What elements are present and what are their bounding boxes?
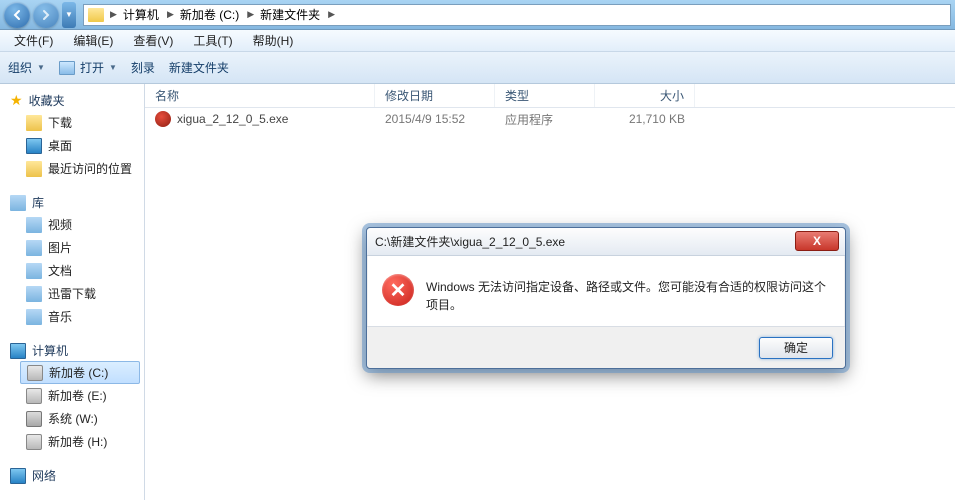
breadcrumb-segment[interactable]: ▶新建文件夹 [245, 6, 322, 23]
column-header-size[interactable]: 大小 [595, 84, 695, 107]
sidebar-header-favorites[interactable]: ★ 收藏夹 [0, 90, 144, 111]
file-name-cell: xigua_2_12_0_5.exe [145, 111, 375, 127]
sidebar-item-pictures[interactable]: 图片 [0, 236, 144, 259]
nav-back-button[interactable] [4, 2, 30, 28]
chevron-right-icon: ▶ [108, 9, 119, 20]
address-bar[interactable]: ▶计算机 ▶新加卷 (C:) ▶新建文件夹 ▶ [83, 4, 951, 26]
sidebar-item-drive-e[interactable]: 新加卷 (E:) [0, 384, 144, 407]
dialog-close-button[interactable]: X [795, 231, 839, 251]
menu-edit[interactable]: 编辑(E) [65, 30, 121, 51]
chevron-right-icon: ▶ [326, 9, 337, 20]
network-icon [10, 468, 26, 484]
recent-icon [26, 161, 42, 177]
chevron-down-icon: ▼ [109, 63, 117, 72]
sidebar-item-documents[interactable]: 文档 [0, 259, 144, 282]
new-folder-button[interactable]: 新建文件夹 [169, 59, 229, 76]
drive-icon [26, 411, 42, 427]
file-date-cell: 2015/4/9 15:52 [375, 112, 495, 126]
sidebar-item-music[interactable]: 音乐 [0, 305, 144, 328]
dialog-title-text: C:\新建文件夹\xigua_2_12_0_5.exe [375, 233, 565, 250]
folder-icon [88, 8, 104, 22]
nav-forward-button[interactable] [33, 2, 59, 28]
menu-help[interactable]: 帮助(H) [245, 30, 302, 51]
sidebar-header-libraries[interactable]: 库 [0, 192, 144, 213]
download-icon [26, 286, 42, 302]
column-header-date[interactable]: 修改日期 [375, 84, 495, 107]
nav-history-dropdown[interactable]: ▼ [62, 2, 76, 28]
chevron-right-icon: ▶ [245, 9, 256, 20]
dialog-titlebar[interactable]: C:\新建文件夹\xigua_2_12_0_5.exe X [367, 228, 845, 256]
sidebar-item-xunlei[interactable]: 迅雷下载 [0, 282, 144, 305]
dialog-body: ✕ Windows 无法访问指定设备、路径或文件。您可能没有合适的权限访问这个项… [368, 256, 844, 326]
sidebar-item-drive-w[interactable]: 系统 (W:) [0, 407, 144, 430]
sidebar-item-videos[interactable]: 视频 [0, 213, 144, 236]
sidebar-label: 网络 [32, 467, 56, 484]
organize-button[interactable]: 组织▼ [8, 59, 45, 76]
sidebar-group-favorites: ★ 收藏夹 下载 桌面 最近访问的位置 [0, 90, 144, 180]
chevron-down-icon: ▼ [37, 63, 45, 72]
file-row[interactable]: xigua_2_12_0_5.exe 2015/4/9 15:52 应用程序 2… [145, 108, 955, 130]
burn-button[interactable]: 刻录 [131, 59, 155, 76]
drive-icon [27, 365, 43, 381]
video-icon [26, 217, 42, 233]
sidebar-label: 计算机 [32, 342, 68, 359]
dialog-ok-button[interactable]: 确定 [759, 337, 833, 359]
sidebar-header-computer[interactable]: 计算机 [0, 340, 144, 361]
sidebar-group-computer: 计算机 新加卷 (C:) 新加卷 (E:) 系统 (W:) 新加卷 (H:) [0, 340, 144, 453]
menu-tools[interactable]: 工具(T) [185, 30, 240, 51]
drive-icon [26, 388, 42, 404]
breadcrumb-segment[interactable]: ▶新加卷 (C:) [165, 6, 241, 23]
menu-view[interactable]: 查看(V) [125, 30, 181, 51]
breadcrumb-end[interactable]: ▶ [326, 9, 337, 20]
computer-icon [10, 343, 26, 359]
column-headers: 名称 修改日期 类型 大小 [145, 84, 955, 108]
sidebar-group-libraries: 库 视频 图片 文档 迅雷下载 音乐 [0, 192, 144, 328]
error-icon: ✕ [382, 274, 414, 306]
toolbar: 组织▼ 打开▼ 刻录 新建文件夹 [0, 52, 955, 84]
error-dialog: C:\新建文件夹\xigua_2_12_0_5.exe X ✕ Windows … [366, 227, 846, 369]
document-icon [26, 263, 42, 279]
sidebar-group-network: 网络 [0, 465, 144, 486]
star-icon: ★ [10, 92, 23, 109]
open-button[interactable]: 打开▼ [59, 59, 117, 76]
menu-file[interactable]: 文件(F) [6, 30, 61, 51]
dialog-message: Windows 无法访问指定设备、路径或文件。您可能没有合适的权限访问这个项目。 [426, 274, 830, 314]
sidebar-label: 收藏夹 [29, 92, 65, 109]
breadcrumb-segment[interactable]: ▶计算机 [108, 6, 161, 23]
chevron-right-icon: ▶ [165, 9, 176, 20]
music-icon [26, 309, 42, 325]
titlebar: ▼ ▶计算机 ▶新加卷 (C:) ▶新建文件夹 ▶ [0, 0, 955, 30]
picture-icon [26, 240, 42, 256]
sidebar-item-recent[interactable]: 最近访问的位置 [0, 157, 144, 180]
column-header-name[interactable]: 名称 [145, 84, 375, 107]
sidebar-header-network[interactable]: 网络 [0, 465, 144, 486]
sidebar-item-drive-h[interactable]: 新加卷 (H:) [0, 430, 144, 453]
desktop-icon [26, 138, 42, 154]
sidebar-item-downloads[interactable]: 下载 [0, 111, 144, 134]
sidebar-label: 库 [32, 194, 44, 211]
sidebar-item-drive-c[interactable]: 新加卷 (C:) [20, 361, 140, 384]
sidebar-item-desktop[interactable]: 桌面 [0, 134, 144, 157]
open-icon [59, 61, 75, 75]
dialog-footer: 确定 [367, 326, 845, 368]
column-header-type[interactable]: 类型 [495, 84, 595, 107]
file-size-cell: 21,710 KB [595, 112, 695, 126]
drive-icon [26, 434, 42, 450]
library-icon [10, 195, 26, 211]
menubar: 文件(F) 编辑(E) 查看(V) 工具(T) 帮助(H) [0, 30, 955, 52]
exe-icon [155, 111, 171, 127]
folder-icon [26, 115, 42, 131]
file-type-cell: 应用程序 [495, 111, 595, 128]
navigation-pane: ★ 收藏夹 下载 桌面 最近访问的位置 库 视频 图片 文档 迅雷下载 音乐 [0, 84, 145, 500]
